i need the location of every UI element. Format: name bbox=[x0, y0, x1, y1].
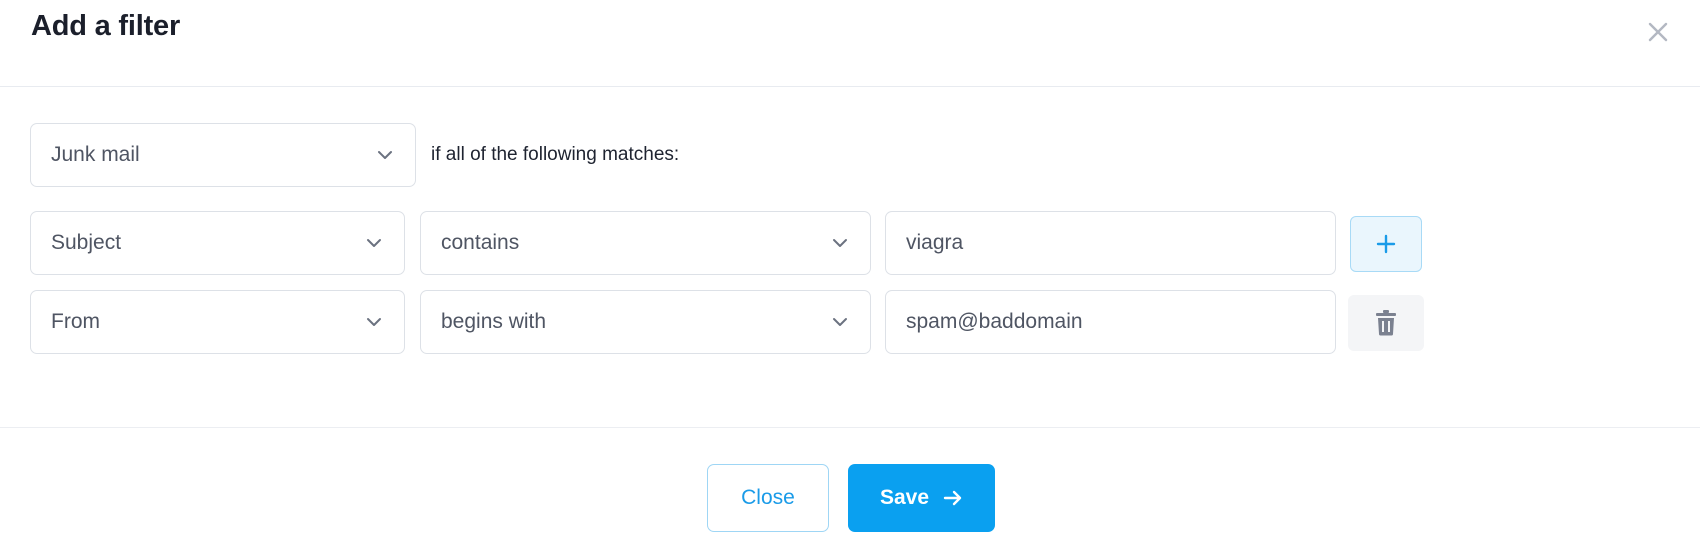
action-select[interactable]: Junk mail bbox=[30, 123, 416, 187]
chevron-down-icon bbox=[367, 239, 381, 247]
dialog-footer: Close Save bbox=[0, 428, 1700, 550]
dialog-title: Add a filter bbox=[31, 10, 181, 42]
dialog-header: Add a filter bbox=[0, 0, 1700, 87]
chevron-down-icon bbox=[367, 318, 381, 326]
rule-field-select[interactable]: Subject bbox=[30, 211, 405, 275]
rule-field-value: Subject bbox=[51, 231, 122, 254]
close-button-label: Close bbox=[741, 486, 795, 509]
rule-value-text: viagra bbox=[906, 231, 964, 254]
rule-value-text: spam@baddomain bbox=[906, 310, 1083, 333]
rule-operator-select[interactable]: contains bbox=[420, 211, 871, 275]
arrow-right-icon bbox=[943, 490, 962, 506]
delete-rule-button[interactable] bbox=[1348, 295, 1424, 351]
add-filter-dialog: Add a filter Junk mail if all of the fol… bbox=[0, 0, 1700, 550]
action-select-value: Junk mail bbox=[51, 143, 140, 166]
close-icon[interactable] bbox=[1644, 18, 1672, 46]
plus-icon bbox=[1376, 234, 1396, 254]
rule-operator-value: begins with bbox=[441, 310, 547, 333]
dialog-body: Junk mail if all of the following matche… bbox=[0, 87, 1700, 428]
rule-value-input[interactable]: viagra bbox=[885, 211, 1336, 275]
save-button-label: Save bbox=[879, 486, 930, 509]
rule-operator-select[interactable]: begins with bbox=[420, 290, 871, 354]
chevron-down-icon bbox=[833, 318, 847, 326]
close-button[interactable]: Close bbox=[707, 464, 829, 532]
rule-operator-value: contains bbox=[441, 231, 520, 254]
chevron-down-icon bbox=[378, 151, 392, 159]
add-rule-button[interactable] bbox=[1350, 216, 1422, 272]
chevron-down-icon bbox=[833, 239, 847, 247]
save-button[interactable]: Save bbox=[848, 464, 995, 532]
rule-value-input[interactable]: spam@baddomain bbox=[885, 290, 1336, 354]
trash-icon bbox=[1376, 310, 1396, 336]
rule-field-value: From bbox=[51, 310, 100, 333]
match-condition-label: if all of the following matches: bbox=[431, 144, 680, 165]
rule-field-select[interactable]: From bbox=[30, 290, 405, 354]
